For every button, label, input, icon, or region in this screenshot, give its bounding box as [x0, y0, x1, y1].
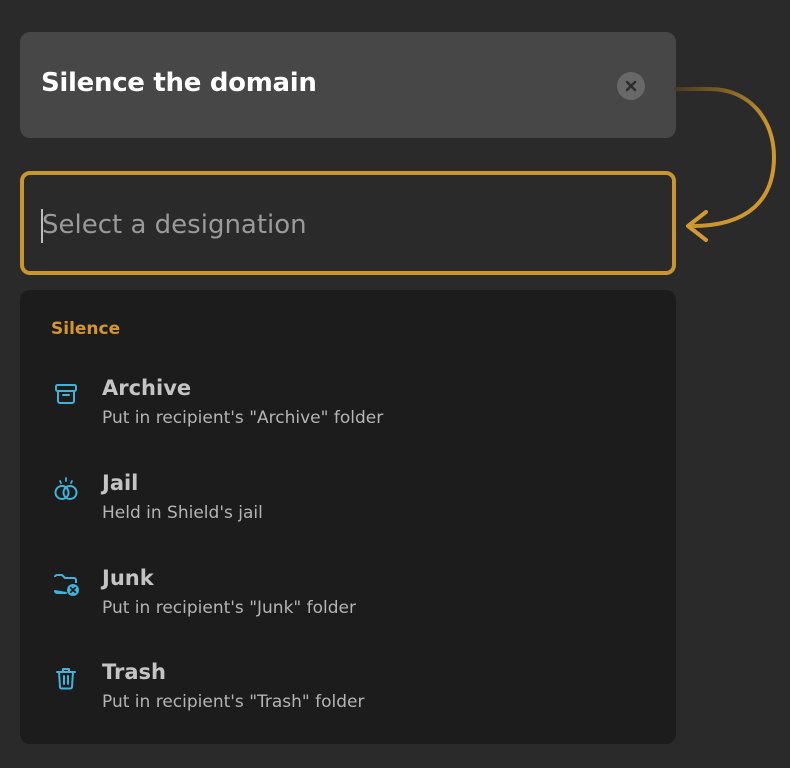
option-jail[interactable]: Jail Held in Shield's jail: [20, 471, 676, 551]
option-trash[interactable]: Trash Put in recipient's "Trash" folder: [20, 660, 676, 740]
option-description: Put in recipient's "Trash" folder: [102, 692, 365, 712]
option-archive[interactable]: Archive Put in recipient's "Archive" fol…: [20, 376, 676, 456]
option-junk[interactable]: Junk Put in recipient's "Junk" folder: [20, 566, 676, 646]
clear-action-button[interactable]: [617, 72, 645, 100]
archive-icon: [55, 384, 77, 404]
option-title: Archive: [102, 376, 192, 400]
option-description: Put in recipient's "Archive" folder: [102, 408, 384, 428]
designation-search-input[interactable]: [42, 203, 642, 247]
option-description: Held in Shield's jail: [102, 503, 263, 523]
trash-icon: [56, 668, 76, 690]
connector-arrow-icon: [674, 87, 777, 242]
option-title: Trash: [102, 660, 166, 684]
action-card: Silence the domain: [20, 32, 676, 138]
group-label-silence: Silence: [51, 319, 121, 339]
folder-x-icon: [54, 574, 79, 596]
option-description: Put in recipient's "Junk" folder: [102, 598, 356, 618]
close-icon: [625, 80, 637, 92]
action-title: Silence the domain: [41, 68, 317, 98]
designation-select[interactable]: [20, 171, 676, 275]
option-title: Jail: [102, 471, 139, 495]
designation-dropdown: Silence Archive Put in recipient's "Arch…: [20, 290, 676, 744]
jail-icon: [54, 477, 78, 500]
option-title: Junk: [102, 566, 154, 590]
